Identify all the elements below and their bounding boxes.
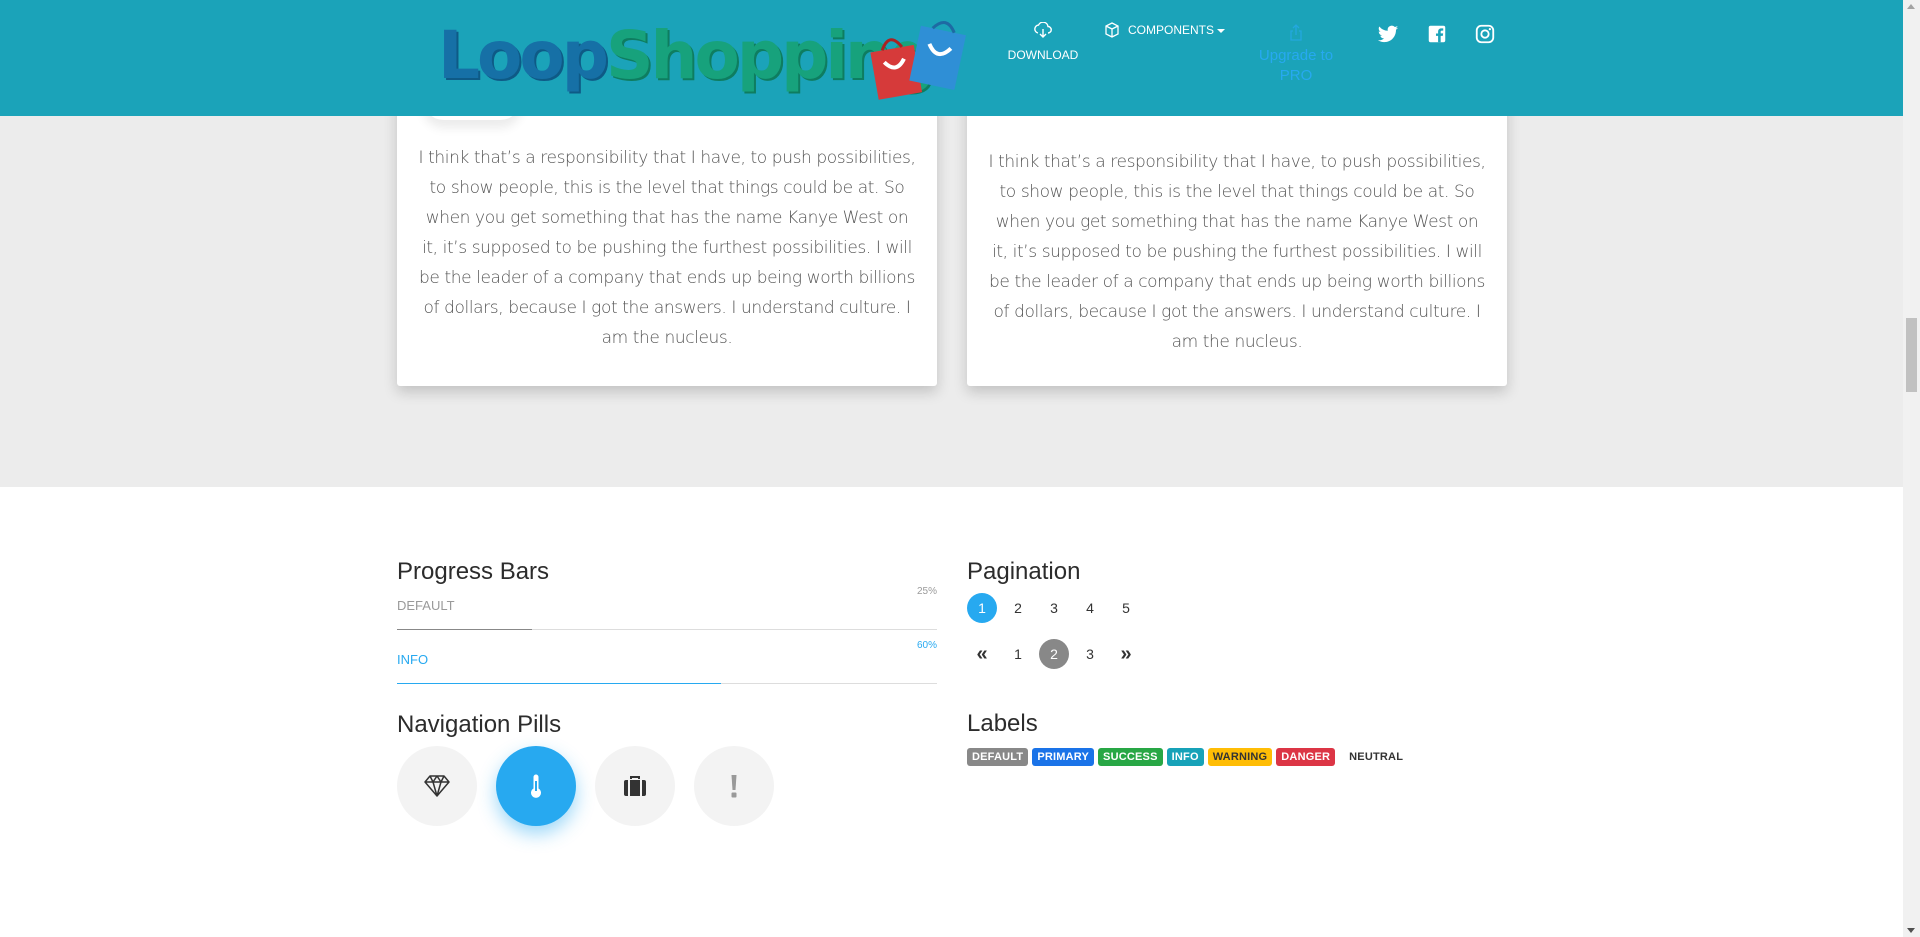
page-link[interactable]: 1	[967, 593, 997, 623]
label-badge: INFO	[1166, 748, 1204, 766]
nav-download[interactable]: DOWNLOAD	[1005, 22, 1081, 62]
share-icon	[1290, 24, 1302, 41]
labels-group: DEFAULT PRIMARY SUCCESS INFO WARNING DAN…	[967, 748, 1408, 766]
prev-page-button[interactable]: «	[967, 639, 997, 669]
page-link[interactable]: 3	[1075, 639, 1105, 669]
labels-title: Labels	[967, 710, 1038, 737]
thermometer-icon	[531, 774, 541, 798]
diamond-icon	[424, 775, 450, 797]
progress-fill	[397, 683, 721, 684]
page-link[interactable]: 4	[1075, 593, 1105, 623]
label-badge: DANGER	[1276, 748, 1336, 766]
briefcase-icon	[624, 776, 646, 796]
scroll-up-arrow-icon[interactable]	[1907, 4, 1915, 9]
page-link[interactable]: 2	[1039, 639, 1069, 669]
pagination-title: Pagination	[967, 558, 1081, 585]
nav-components-dropdown[interactable]: COMPONENTS	[1104, 22, 1226, 38]
top-navbar: LoopShopping DOWNLOAD COMPONENTS Upgrade…	[0, 0, 1903, 116]
label-badge: WARNING	[1207, 748, 1273, 766]
nav-components-label: COMPONENTS	[1128, 23, 1226, 37]
progress-value: 60%	[916, 640, 937, 651]
progress-label: DEFAULT	[397, 598, 455, 613]
nav-pill-briefcase[interactable]	[595, 746, 675, 826]
nav-download-label: DOWNLOAD	[1007, 48, 1079, 62]
next-page-button[interactable]: »	[1111, 639, 1141, 669]
testimonial-quote: I think that’s a responsibility that I h…	[988, 152, 1486, 352]
nav-pill-diamond[interactable]	[397, 746, 477, 826]
progress-default: DEFAULT 25%	[397, 586, 937, 630]
cloud-download-icon	[1034, 22, 1052, 38]
label-badge: PRIMARY	[1032, 748, 1095, 766]
exclamation-icon	[731, 775, 737, 798]
brand-logo-text: LoopShopping	[438, 17, 936, 94]
progress-info: INFO 60%	[397, 640, 937, 684]
page-link[interactable]: 2	[1003, 593, 1033, 623]
progress-label: INFO	[397, 652, 429, 667]
brand-logo[interactable]: LoopShopping	[438, 10, 966, 102]
nav-pill-thermometer[interactable]	[496, 746, 576, 826]
page-link[interactable]: 3	[1039, 593, 1069, 623]
caret-down-icon	[1217, 28, 1226, 33]
nav-upgrade-label: Upgrade to PRO	[1258, 47, 1334, 84]
label-badge: DEFAULT	[967, 748, 1029, 766]
navigation-pills-title: Navigation Pills	[397, 711, 562, 738]
instagram-icon[interactable]	[1474, 23, 1496, 45]
label-badge: NEUTRAL	[1349, 751, 1404, 763]
shopping-bags-icon	[870, 21, 966, 100]
testimonial-card: I think that’s a responsibility that I h…	[397, 98, 937, 386]
nav-pill-exclamation[interactable]	[694, 746, 774, 826]
label-badge: SUCCESS	[1098, 748, 1163, 766]
twitter-icon[interactable]	[1377, 23, 1399, 45]
progress-bars-title: Progress Bars	[397, 558, 550, 585]
page-link[interactable]: 1	[1003, 639, 1033, 669]
progress-fill	[397, 629, 532, 630]
cube-icon	[1105, 22, 1119, 38]
page-link[interactable]: 5	[1111, 593, 1141, 623]
scroll-down-arrow-icon[interactable]	[1907, 928, 1915, 933]
scrollbar-thumb[interactable]	[1906, 318, 1917, 392]
progress-track	[397, 629, 937, 630]
progress-value: 25%	[916, 586, 937, 597]
nav-upgrade[interactable]: Upgrade to PRO	[1250, 24, 1342, 86]
facebook-icon[interactable]	[1426, 23, 1448, 45]
pagination-arrows: « 1 2 3 »	[967, 639, 1147, 669]
testimonial-quote: I think that’s a responsibility that I h…	[418, 148, 916, 348]
pagination-numbers: 1 2 3 4 5	[967, 593, 1147, 623]
progress-track	[397, 683, 937, 684]
page-scrollbar[interactable]	[1903, 0, 1920, 937]
testimonial-card: I think that’s a responsibility that I h…	[967, 98, 1507, 386]
